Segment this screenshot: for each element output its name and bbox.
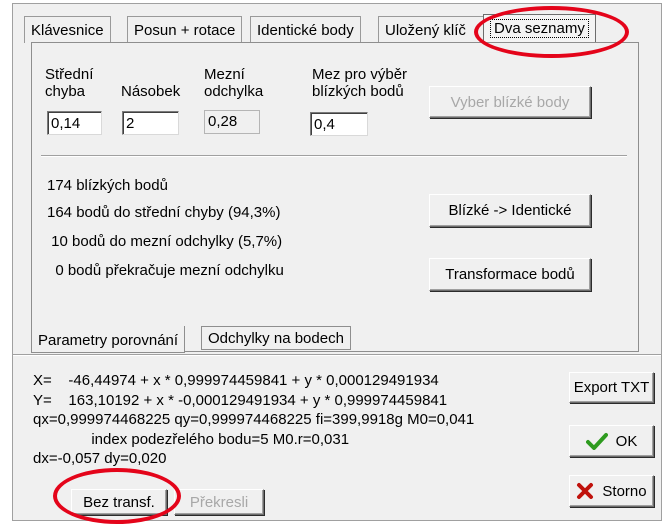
mez-blizkych-input[interactable] <box>310 112 368 136</box>
export-txt-button[interactable]: Export TXT <box>569 372 654 403</box>
blizke-identicke-button[interactable]: Blízké -> Identické <box>429 194 591 227</box>
stat-mezni-odchylka: 10 bodů do mezní odchylky (5,7%) <box>47 233 283 250</box>
result-x-equation: X= -46,44974 + x * 0,999974459841 + y * … <box>33 372 439 389</box>
mez-blizkych-label: Mez pro výběr blízkých bodů <box>312 66 408 100</box>
nasobek-label: Násobek <box>121 83 181 100</box>
subtab-parametry-porovnani[interactable]: Parametry porovnání <box>31 326 186 353</box>
separator <box>41 155 627 157</box>
tab-dva-seznamy[interactable]: Dva seznamy <box>483 14 596 44</box>
lower-separator <box>13 354 661 356</box>
result-index: index podezřelého bodu=5 M0.r=0,031 <box>33 430 350 448</box>
nasobek-input[interactable] <box>122 111 179 135</box>
result-coefficients: qx=0,999974468225 qy=0,999974468225 fi=3… <box>33 411 475 428</box>
prekresli-button[interactable]: Překresli <box>174 489 264 515</box>
transformace-bodu-button[interactable]: Transformace bodů <box>429 258 591 291</box>
vyber-blizke-body-button[interactable]: Vyber blízké body <box>429 86 591 118</box>
mezni-odchylka-label: Mezní odchylka <box>204 66 264 100</box>
tab-identicke-body[interactable]: Identické body <box>250 16 361 43</box>
storno-button[interactable]: Storno <box>569 475 654 507</box>
stredni-chyba-label: Střední chyba <box>45 66 94 100</box>
result-dx-dy: dx=-0,057 dy=0,020 <box>33 450 167 467</box>
tab-klavesnice[interactable]: Klávesnice <box>24 16 111 43</box>
x-icon <box>576 482 594 500</box>
stat-blizkych: 174 blízkých bodů <box>47 177 168 194</box>
mezni-odchylka-value: 0,28 <box>204 110 260 134</box>
check-icon <box>585 432 608 450</box>
subtab-odchylky-na-bodech[interactable]: Odchylky na bodech <box>201 326 351 350</box>
ok-button[interactable]: OK <box>569 425 654 457</box>
tab-posun-rotace[interactable]: Posun + rotace <box>127 16 243 43</box>
transformation-results: X= -46,44974 + x * 0,999974459841 + y * … <box>33 371 474 469</box>
result-y-equation: Y= 163,10192 + x * -0,000129491934 + y *… <box>33 391 448 409</box>
stat-prekracuje: 0 bodů překračuje mezní odchylku <box>47 262 284 279</box>
stredni-chyba-input[interactable] <box>47 111 102 135</box>
tab-ulozeny-klic[interactable]: Uložený klíč <box>378 16 484 43</box>
bez-transf-button[interactable]: Bez transf. <box>71 489 167 515</box>
dialog-window: Klávesnice Posun + rotace Identické body… <box>12 3 662 524</box>
stat-stredni-chyba: 164 bodů do střední chyby (94,3%) <box>47 204 281 221</box>
